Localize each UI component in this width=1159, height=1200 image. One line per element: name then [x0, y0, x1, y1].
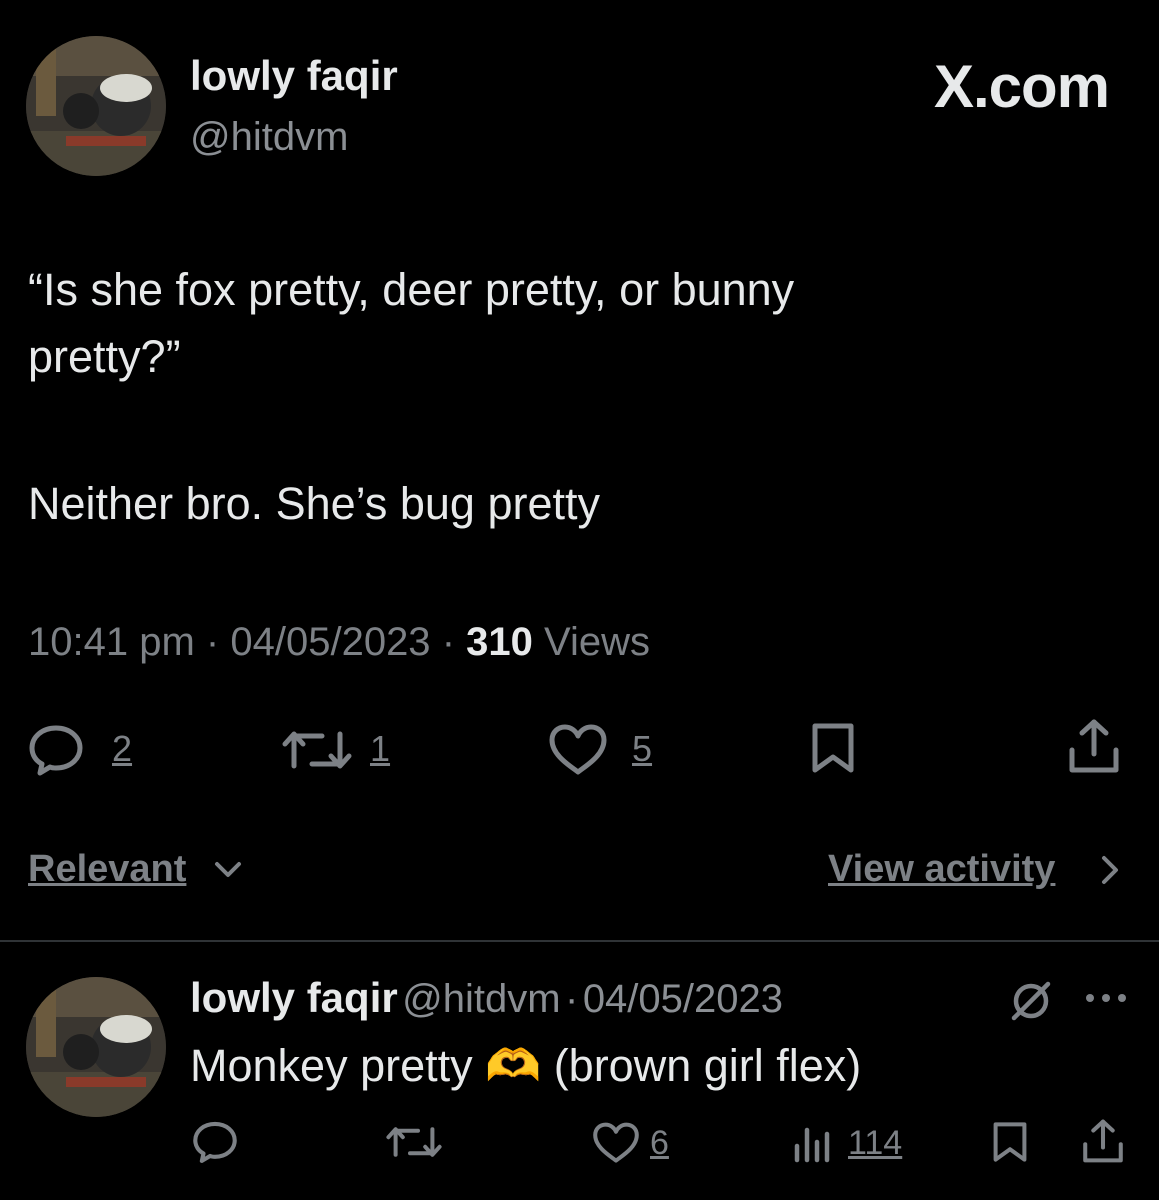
reply-text: Monkey pretty 🫶 (brown girl flex): [190, 1032, 861, 1099]
chevron-right-icon[interactable]: [1100, 854, 1120, 886]
author-handle[interactable]: @hitdvm: [190, 115, 348, 160]
brand-watermark: X.com: [933, 53, 1110, 120]
reply-author-name[interactable]: lowly faqir: [190, 974, 398, 1021]
reply-button[interactable]: [28, 724, 84, 776]
reply-bookmark-button[interactable]: [990, 1120, 1030, 1164]
bookmark-icon: [812, 723, 854, 773]
post-time[interactable]: 10:41 pm: [28, 620, 195, 664]
views-count: 310: [466, 620, 533, 664]
repost-count[interactable]: 1: [370, 728, 390, 770]
reply-icon: [193, 1121, 237, 1163]
heart-hands-emoji: 🫶: [485, 1040, 542, 1091]
divider: [0, 940, 1159, 942]
post-text-line-2: pretty?”: [28, 331, 181, 382]
like-button[interactable]: [548, 724, 608, 776]
share-button[interactable]: [1068, 718, 1120, 774]
post-text-line-3: Neither bro. She’s bug pretty: [28, 478, 600, 529]
repost-button[interactable]: [282, 728, 352, 772]
more-icon[interactable]: [1084, 990, 1128, 1006]
grok-slash-icon[interactable]: [1008, 978, 1054, 1024]
view-activity-label[interactable]: View activity: [828, 848, 1055, 890]
reply-author-handle[interactable]: @hitdvm: [402, 977, 560, 1021]
reply-text-after: (brown girl flex): [553, 1040, 862, 1091]
reply-avatar[interactable]: [26, 977, 166, 1117]
reply-icon: [29, 725, 83, 776]
reply-like-button[interactable]: [592, 1122, 640, 1164]
sort-dropdown[interactable]: Relevant: [28, 848, 186, 891]
reply-count[interactable]: 2: [112, 728, 132, 770]
reply-views-count[interactable]: 114: [848, 1124, 902, 1163]
reply-like-count[interactable]: 6: [650, 1124, 669, 1163]
views-label: Views: [544, 620, 650, 664]
repost-icon: [282, 731, 352, 769]
view-activity-link[interactable]: View activity: [828, 848, 1055, 891]
avatar[interactable]: [26, 36, 166, 176]
reply-views-button[interactable]: [792, 1124, 832, 1164]
like-count[interactable]: 5: [632, 728, 652, 770]
reply-reply-button[interactable]: [192, 1120, 238, 1164]
author-name[interactable]: lowly faqir: [190, 52, 398, 100]
meta-separator: ·: [441, 620, 456, 664]
post-text-line-1: “Is she fox pretty, deer pretty, or bunn…: [28, 264, 795, 315]
reply-header: lowly faqir @hitdvm · 04/05/2023: [190, 974, 783, 1022]
sort-label[interactable]: Relevant: [28, 848, 186, 890]
reply-repost-button[interactable]: [386, 1124, 442, 1160]
post-meta: 10:41 pm · 04/05/2023 · 310 Views: [28, 620, 650, 665]
share-icon: [1069, 719, 1119, 773]
repost-icon: [386, 1127, 442, 1157]
meta-separator: ·: [205, 620, 220, 664]
reply-share-button[interactable]: [1082, 1118, 1124, 1164]
reply-date[interactable]: 04/05/2023: [583, 977, 783, 1021]
bookmark-button[interactable]: [808, 722, 858, 774]
post-date[interactable]: 04/05/2023: [230, 620, 430, 664]
views-icon: [794, 1127, 830, 1163]
bookmark-icon: [993, 1122, 1027, 1162]
meta-separator: ·: [565, 977, 579, 1021]
reply-text-before: Monkey pretty: [190, 1040, 473, 1091]
like-icon: [549, 724, 607, 775]
chevron-down-icon[interactable]: [214, 860, 242, 880]
share-icon: [1083, 1119, 1123, 1163]
like-icon: [593, 1122, 639, 1163]
